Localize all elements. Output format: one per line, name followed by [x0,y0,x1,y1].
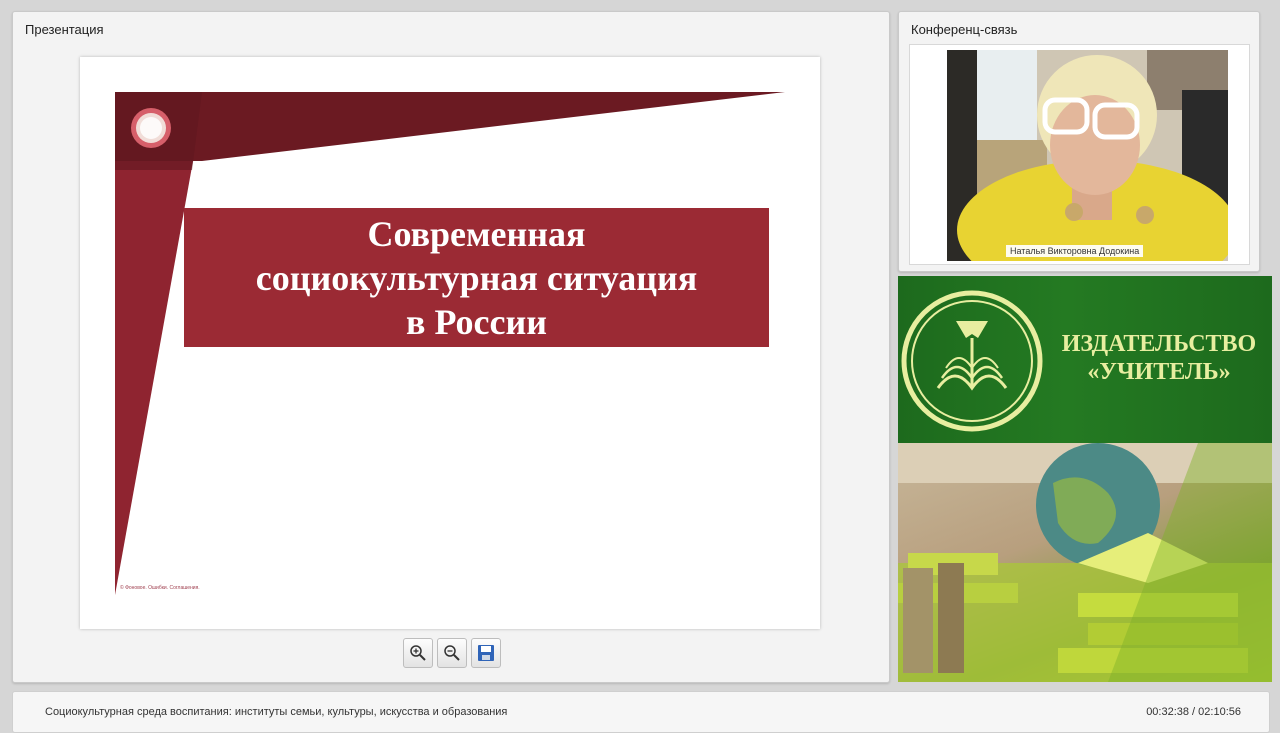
publisher-banner-photo [898,443,1272,682]
conference-panel-title: Конференц-связь [911,22,1018,37]
playback-timecode: 00:32:38 / 02:10:56 [1146,706,1241,718]
save-icon [478,645,494,661]
status-bar: Социокультурная среда воспитания: инстит… [12,691,1270,733]
slide-title-line-1: Современная [367,213,586,254]
zoom-out-button[interactable] [437,638,467,668]
slide-copyright: © Фоновое. Ошибки. Соглашения. [120,585,200,591]
presentation-panel: Презентация Современная социокультурная … [12,11,890,683]
publisher-logo-icon [901,290,1043,432]
speaker-video-image [947,50,1228,261]
publisher-name-line-2: «УЧИТЕЛЬ» [1087,359,1231,385]
video-frame: Наталья Викторовна Додокина [909,44,1250,265]
save-button[interactable] [471,638,501,668]
zoom-in-button[interactable] [403,638,433,668]
presentation-panel-title: Презентация [25,22,104,37]
slide-title-box: Современная социокультурная ситуация в Р… [184,208,769,347]
presentation-slide: Современная социокультурная ситуация в Р… [80,57,820,629]
slide-title-line-3: в России [406,301,547,342]
publisher-banner-header: ИЗДАТЕЛЬСТВО «УЧИТЕЛЬ» [898,276,1272,443]
books-globe-image [898,443,1272,682]
conference-panel: Конференц-связь Наталья Викторовна Додок… [898,11,1260,272]
speaker-video[interactable]: Наталья Викторовна Додокина [947,50,1228,261]
zoom-out-icon [444,645,460,661]
publisher-name-line-1: ИЗДАТЕЛЬСТВО [1061,331,1257,357]
publisher-banner[interactable]: ИЗДАТЕЛЬСТВО «УЧИТЕЛЬ» [898,276,1272,682]
slide-toolbar [403,638,501,668]
zoom-in-icon [410,645,426,661]
speaker-name-label: Наталья Викторовна Додокина [1006,245,1144,257]
course-title: Социокультурная среда воспитания: инстит… [45,706,508,718]
slide-title-line-2: социокультурная ситуация [255,257,698,298]
publisher-name: ИЗДАТЕЛЬСТВО «УЧИТЕЛЬ» [1048,330,1270,386]
